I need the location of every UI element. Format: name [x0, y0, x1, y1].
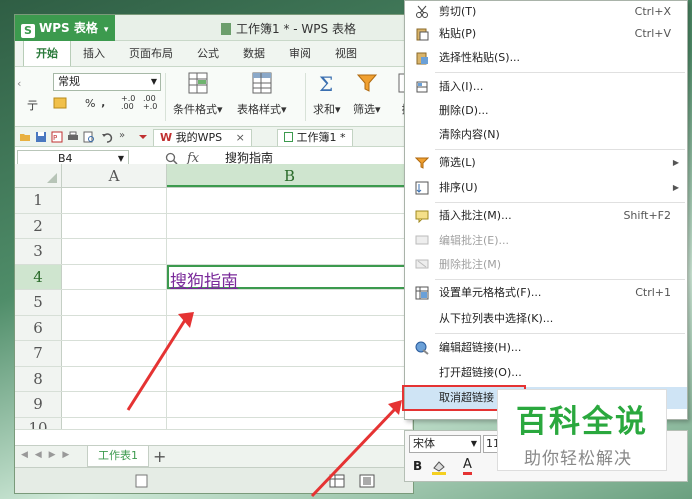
- delete-comment-icon: [415, 259, 429, 269]
- menu-label: 插入(I)...: [439, 80, 484, 93]
- watermark-logo: 百科全说 助你轻松解决: [497, 389, 667, 471]
- menu-shortcut: Ctrl+X: [634, 5, 671, 18]
- edit-comment-icon: [415, 235, 429, 245]
- comment-icon: [415, 210, 429, 223]
- menu-label: 剪切(T): [439, 5, 477, 18]
- insert-cells-icon: [416, 81, 428, 93]
- menu-separator: [435, 72, 685, 73]
- menu-item-insert[interactable]: 插入(I)...: [405, 76, 687, 98]
- arrow-to-cell: [126, 319, 187, 411]
- menu-item-delete-comment: 删除批注(M): [405, 254, 687, 276]
- font-color-button[interactable]: A: [463, 458, 472, 475]
- menu-separator: [435, 333, 685, 334]
- menu-shortcut: Ctrl+1: [635, 286, 671, 299]
- menu-item-insert-comment[interactable]: 插入批注(M)... Shift+F2: [405, 205, 687, 227]
- menu-item-format-cells[interactable]: 设置单元格格式(F)... Ctrl+1: [405, 282, 687, 304]
- context-menu: 剪切(T) Ctrl+X 粘贴(P) Ctrl+V 选择性粘贴(S)... 插入(I…: [404, 0, 688, 420]
- menu-label: 编辑超链接(H)...: [439, 341, 522, 354]
- menu-label: 设置单元格格式(F)...: [439, 286, 542, 299]
- submenu-arrow-icon: ▶: [672, 183, 679, 192]
- globe-link-icon: [415, 341, 429, 355]
- menu-item-edit-hyperlink[interactable]: 编辑超链接(H)...: [405, 337, 687, 359]
- font-name: 宋体: [413, 437, 435, 450]
- watermark-subtitle: 助你轻松解决: [524, 449, 632, 469]
- menu-label: 筛选(L): [439, 156, 476, 169]
- menu-shortcut: Ctrl+V: [634, 27, 671, 40]
- menu-item-clear-contents[interactable]: 清除内容(N): [405, 124, 687, 146]
- fill-color-icon[interactable]: [431, 459, 449, 475]
- menu-label: 清除内容(N): [439, 128, 500, 141]
- menu-item-paste[interactable]: 粘贴(P) Ctrl+V: [405, 23, 687, 45]
- menu-label: 打开超链接(O)...: [439, 366, 522, 379]
- paste-special-icon: [416, 52, 428, 65]
- menu-shortcut: Shift+F2: [623, 209, 671, 222]
- menu-item-open-hyperlink[interactable]: 打开超链接(O)...: [405, 362, 687, 384]
- menu-separator: [435, 279, 685, 280]
- bold-button[interactable]: B: [413, 459, 422, 473]
- sort-icon: [415, 181, 429, 195]
- menu-item-delete[interactable]: 删除(D)...: [405, 100, 687, 122]
- watermark-title: 百科全说: [516, 404, 648, 440]
- menu-label: 排序(U): [439, 181, 478, 194]
- menu-item-sort[interactable]: 排序(U) ▶: [405, 177, 687, 199]
- menu-label: 选择性粘贴(S)...: [439, 51, 521, 64]
- menu-separator: [435, 149, 685, 150]
- menu-label: 删除(D)...: [439, 104, 489, 117]
- menu-label: 从下拉列表中选择(K)...: [439, 312, 554, 325]
- menu-label: 删除批注(M): [439, 258, 502, 271]
- menu-label: 插入批注(M)...: [439, 209, 512, 222]
- submenu-arrow-icon: ▶: [672, 158, 679, 167]
- menu-label: 粘贴(P): [439, 27, 477, 40]
- funnel-icon: [415, 157, 429, 169]
- arrow-to-menu: [310, 406, 398, 498]
- format-cells-icon: [415, 286, 429, 300]
- menu-separator: [435, 202, 685, 203]
- menu-item-cut[interactable]: 剪切(T) Ctrl+X: [405, 1, 687, 23]
- scissors-icon: [416, 5, 428, 18]
- menu-item-edit-comment: 编辑批注(E)...: [405, 230, 687, 252]
- paste-icon: [416, 28, 429, 41]
- menu-item-paste-special[interactable]: 选择性粘贴(S)...: [405, 47, 687, 69]
- font-select[interactable]: 宋体 ▼: [409, 435, 481, 453]
- menu-item-pick-from-list[interactable]: 从下拉列表中选择(K)...: [405, 308, 687, 330]
- chevron-down-icon: ▼: [470, 439, 477, 448]
- menu-item-filter[interactable]: 筛选(L) ▶: [405, 152, 687, 174]
- menu-label: 编辑批注(E)...: [439, 234, 510, 247]
